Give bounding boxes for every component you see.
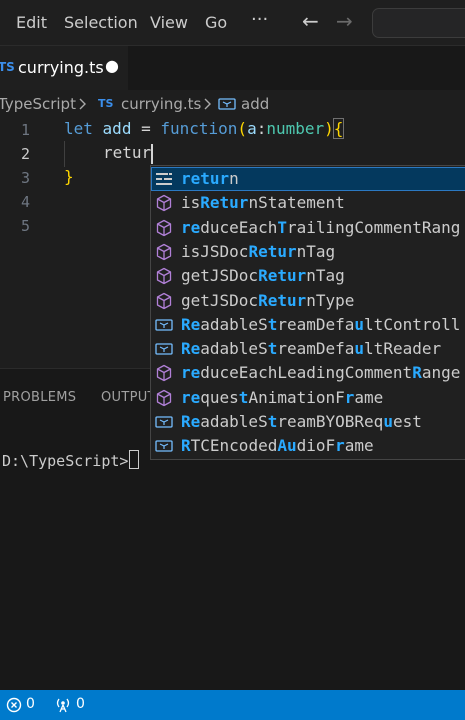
error-icon [6,697,22,713]
method-cube-icon [156,268,172,285]
param-a: a [247,119,257,138]
indent-guide [64,141,65,167]
suggestion-label: reduceEachLeadingCommentRange [181,363,461,383]
breadcrumb-folder[interactable]: TypeScript [0,95,76,113]
suggestion-label: isJSDocReturnTag [181,241,336,261]
suggestion-label: getJSDocReturnTag [181,266,345,286]
suggestion-item[interactable]: getJSDocReturnTag [151,264,465,288]
variable-symbol-icon [155,319,173,331]
suggestion-item-selected[interactable]: return [151,167,465,191]
forward-arrow-icon[interactable]: → [336,9,353,33]
terminal-prompt[interactable]: D:\TypeScript> [2,452,128,470]
line-number: 3 [20,169,30,187]
suggestion-label: requestAnimationFrame [181,387,384,407]
suggestion-item[interactable]: isJSDocReturnTag [151,240,465,264]
suggestion-label: isReturnStatement [181,193,345,213]
suggestion-label: RTCEncodedAudioFrame [181,436,374,456]
suggestion-item[interactable]: ReadableStreamDefaultControll [151,313,465,337]
broadcast-icon [56,698,70,713]
brace-open: { [332,118,345,139]
method-cube-icon [156,292,172,309]
suggestion-item[interactable]: ReadableStreamDefaultReader [151,337,465,361]
line-number: 5 [20,217,30,235]
line-number: 4 [20,193,30,211]
suggestion-item[interactable]: isReturnStatement [151,191,465,215]
suggestion-label: reduceEachTrailingCommentRang [181,217,461,237]
suggestion-label: getJSDocReturnType [181,290,355,310]
code-line-1[interactable]: let add = function(a:number){ [64,118,345,139]
menu-view[interactable]: View [150,13,188,32]
variable-symbol-icon [155,416,173,428]
breadcrumb-symbol[interactable]: add [241,95,269,113]
keyword-let: let [64,119,93,138]
breadcrumb-file[interactable]: currying.ts [121,95,201,113]
line-number-current: 2 [20,145,30,163]
line-number: 1 [20,121,30,139]
unsaved-dot-icon[interactable]: ● [105,56,119,75]
typescript-file-icon: TS [0,60,15,74]
typescript-file-icon: TS [98,97,114,110]
variable-symbol-icon [155,440,173,452]
chevron-right-icon [204,98,211,110]
suggestion-item[interactable]: ReadableStreamBYOBRequest [151,410,465,434]
suggestion-item[interactable]: requestAnimationFrame [151,386,465,410]
suggestion-label: ReadableStreamBYOBRequest [181,412,422,431]
paren-open: ( [237,119,248,138]
identifier-add: add [102,119,132,138]
suggestion-item[interactable]: getJSDocReturnType [151,289,465,313]
menu-go[interactable]: Go [205,13,227,32]
back-arrow-icon[interactable]: ← [302,9,319,33]
suggestion-item[interactable]: RTCEncodedAudioFrame [151,434,465,458]
variable-symbol-icon [155,343,173,355]
terminal-cursor [129,450,139,469]
suggestion-item[interactable]: reduceEachLeadingCommentRange [151,361,465,385]
colon: : [256,119,267,138]
keyword-function: function [160,119,238,138]
variable-symbol-icon [218,98,236,110]
text-caret [151,144,153,164]
error-count[interactable]: 0 [26,696,35,712]
chevron-right-icon [79,98,86,110]
panel-tab-problems[interactable]: PROBLEMS [3,390,76,405]
method-cube-icon [156,243,172,261]
breadcrumb: TypeScript TS currying.ts add [0,92,465,116]
menu-edit[interactable]: Edit [16,13,47,32]
method-cube-icon [156,195,172,212]
suggestion-label: ReadableStreamDefaultControll [181,314,461,334]
panel-tab-output[interactable]: OUTPUT [101,390,156,405]
more-menu-icon[interactable]: ··· [251,9,268,30]
command-center-search[interactable] [372,8,465,38]
tab-label: currying.ts [18,58,104,77]
method-cube-icon [156,219,172,236]
suggestion-list[interactable]: return isReturnStatement reduceEachTrailin… [150,165,465,460]
broadcast-count[interactable]: 0 [76,696,85,712]
status-bar: 0 0 [0,690,465,720]
code-line-2[interactable]: retur [103,143,151,162]
method-cube-icon [156,365,172,382]
suggestion-label: ReadableStreamDefaultReader [181,339,442,359]
suggestion-item[interactable]: reduceEachTrailingCommentRang [151,216,465,240]
keyword-icon [156,173,172,185]
tab-currying-ts[interactable]: TS currying.ts ● [0,46,128,90]
operator-equals: = [131,119,161,138]
menu-selection[interactable]: Selection [64,13,138,32]
type-number: number [266,119,325,138]
method-cube-icon [156,389,172,406]
brace-close[interactable]: } [64,167,74,186]
suggestion-label: return [181,169,239,188]
paren-close: ) [324,119,334,138]
